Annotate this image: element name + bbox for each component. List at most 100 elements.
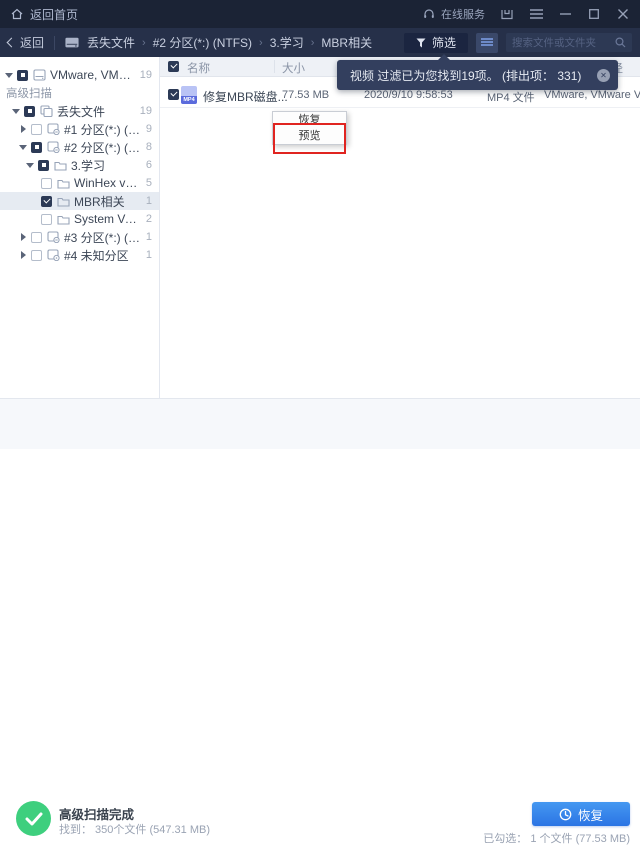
- tree-item-label: VMware, VMware V...: [50, 68, 136, 82]
- filter-icon: [416, 38, 426, 48]
- back-button[interactable]: 返回: [8, 34, 44, 51]
- mp4-badge: MP4: [181, 96, 197, 104]
- recover-label: 恢复: [578, 805, 603, 824]
- maximize-button[interactable]: [587, 7, 601, 21]
- checkbox-indeterminate[interactable]: [31, 142, 42, 153]
- filter-result-text: 视频 过滤已为您找到19项。 (排出项： 331): [350, 67, 581, 84]
- checkbox-indeterminate[interactable]: [24, 106, 35, 117]
- search-box: [506, 33, 632, 52]
- success-check-icon: [16, 801, 51, 836]
- folder-icon: [56, 214, 70, 225]
- tree-item-folder-winhex[interactable]: WinHex v19.7 5: [0, 174, 159, 192]
- tree-item-count: 9: [146, 123, 159, 135]
- status-bar: 高级扫描完成 找到： 350个文件 (547.31 MB) 恢复 已勾选： 1 …: [0, 398, 640, 449]
- chevron-down-icon[interactable]: [12, 109, 20, 114]
- breadcrumb-separator: ›: [311, 37, 315, 49]
- tree-item-label: 丢失文件: [57, 103, 105, 120]
- feedback-icon[interactable]: [500, 7, 514, 21]
- file-path: VMware, VMware Virt...: [544, 89, 640, 101]
- list-view-toggle[interactable]: [476, 33, 498, 53]
- filter-label: 筛选: [432, 34, 456, 51]
- folder-icon: [56, 178, 70, 189]
- partition-icon: [46, 141, 60, 153]
- breadcrumb: 丢失文件 › #2 分区(*:) (NTFS) › 3.学习 › MBR相关: [87, 34, 372, 51]
- mp4-file-icon: MP4: [181, 86, 197, 104]
- file-name: 修复MBR磁盘...: [203, 88, 288, 105]
- checkbox-indeterminate[interactable]: [38, 160, 49, 171]
- partition-unknown-icon: [46, 249, 60, 261]
- file-size: 77.53 MB: [282, 89, 329, 101]
- tree-item-folder-study[interactable]: 3.学习 6: [0, 156, 159, 174]
- tree-item-vmware-disk[interactable]: VMware, VMware V... 19: [0, 66, 159, 84]
- minimize-button[interactable]: [558, 7, 572, 21]
- chevron-down-icon[interactable]: [5, 73, 13, 78]
- online-service-button[interactable]: 在线服务: [422, 6, 485, 22]
- tree-item-folder-mbr[interactable]: MBR相关 1: [0, 192, 159, 210]
- tree-item-count: 19: [140, 69, 159, 81]
- chevron-right-icon[interactable]: [19, 233, 27, 241]
- filter-result-tooltip: 视频 过滤已为您找到19项。 (排出项： 331) ✕: [337, 60, 618, 90]
- tree-item-partition-1[interactable]: #1 分区(*:) (NTFS) 9: [0, 120, 159, 138]
- tree-item-label: WinHex v19.7: [74, 176, 142, 190]
- sidebar-tree: VMware, VMware V... 19 高级扫描 丢失文件 19 #1 分…: [0, 57, 160, 398]
- tree-item-folder-sysvol[interactable]: System Volume In... 2: [0, 210, 159, 228]
- tree-item-count: 19: [140, 105, 159, 117]
- breadcrumb-item[interactable]: MBR相关: [321, 34, 372, 51]
- tree-item-partition-4-unknown[interactable]: #4 未知分区 1: [0, 246, 159, 264]
- breadcrumb-item[interactable]: 3.学习: [270, 34, 304, 51]
- chevron-right-icon[interactable]: [19, 251, 27, 259]
- file-type: MP4 文件: [487, 89, 535, 105]
- search-input[interactable]: [512, 37, 615, 49]
- tree-item-count: 6: [146, 159, 159, 171]
- tooltip-close-icon[interactable]: ✕: [597, 69, 610, 82]
- tree-item-count: 8: [146, 141, 159, 153]
- breadcrumb-separator: ›: [142, 37, 146, 49]
- breadcrumb-item[interactable]: 丢失文件: [87, 34, 135, 51]
- tree-item-count: 5: [146, 177, 159, 189]
- checkbox-checked[interactable]: [41, 196, 52, 207]
- tree-item-label: #2 分区(*:) (NTFS): [64, 139, 142, 156]
- select-all-checkbox[interactable]: [168, 61, 179, 72]
- tree-item-count: 1: [146, 249, 159, 261]
- file-list: 名称 大小 路径 MP4 修复MBR磁盘... 77.53 MB 2020/9/…: [160, 57, 640, 398]
- chevron-right-icon[interactable]: [19, 125, 27, 133]
- tree-item-partition-3[interactable]: #3 分区(*:) (NTFS) 1: [0, 228, 159, 246]
- close-button[interactable]: [616, 7, 630, 21]
- tree-item-label: #4 未知分区: [64, 247, 129, 264]
- tree-item-count: 1: [146, 231, 159, 243]
- list-view-icon: [481, 38, 493, 48]
- menu-icon[interactable]: [529, 7, 543, 21]
- home-icon: [10, 7, 24, 21]
- disk-icon: [32, 69, 46, 81]
- tree-item-label: #3 分区(*:) (NTFS): [64, 229, 142, 246]
- breadcrumb-item[interactable]: #2 分区(*:) (NTFS): [153, 34, 252, 51]
- checkbox-indeterminate[interactable]: [17, 70, 28, 81]
- folder-icon: [56, 196, 70, 207]
- checkbox-unchecked[interactable]: [31, 124, 42, 135]
- tree-item-lost-files[interactable]: 丢失文件 19: [0, 102, 159, 120]
- row-checkbox-checked[interactable]: [168, 89, 179, 100]
- tree-item-count: 2: [146, 213, 159, 225]
- lost-files-icon: [39, 105, 53, 117]
- search-icon[interactable]: [615, 37, 626, 48]
- checkbox-unchecked[interactable]: [31, 250, 42, 261]
- chevron-down-icon[interactable]: [19, 145, 27, 150]
- column-divider: [274, 60, 275, 73]
- tree-item-partition-2[interactable]: #2 分区(*:) (NTFS) 8: [0, 138, 159, 156]
- tree-item-label: #1 分区(*:) (NTFS): [64, 121, 142, 138]
- checkbox-unchecked[interactable]: [41, 178, 52, 189]
- chevron-down-icon[interactable]: [26, 163, 34, 168]
- filter-button[interactable]: 筛选: [404, 33, 468, 53]
- column-header-name[interactable]: 名称: [187, 60, 210, 76]
- navigation-toolbar: 返回 丢失文件 › #2 分区(*:) (NTFS) › 3.学习 › MBR相…: [0, 28, 640, 57]
- scan-found-summary: 找到： 350个文件 (547.31 MB): [59, 821, 210, 837]
- checkbox-unchecked[interactable]: [41, 214, 52, 225]
- back-home-button[interactable]: 返回首页: [10, 6, 78, 23]
- column-header-size[interactable]: 大小: [282, 60, 305, 76]
- checkbox-unchecked[interactable]: [31, 232, 42, 243]
- tree-item-count: 1: [146, 195, 159, 207]
- tree-item-label: System Volume In...: [74, 212, 142, 226]
- recover-button[interactable]: 恢复: [532, 802, 630, 826]
- back-icon: [7, 38, 17, 48]
- disk-icon: [65, 36, 79, 50]
